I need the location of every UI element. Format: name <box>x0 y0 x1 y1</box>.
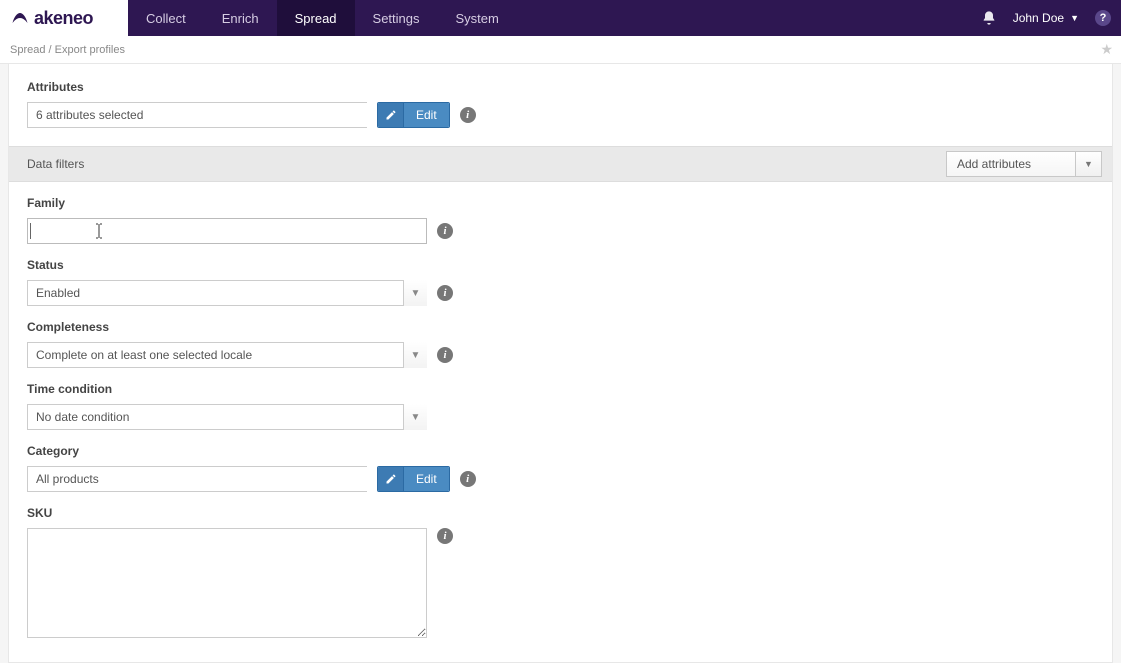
status-label: Status <box>27 258 1094 272</box>
nav-collect[interactable]: Collect <box>128 0 204 36</box>
nav-system[interactable]: System <box>438 0 517 36</box>
breadcrumb: Spread / Export profiles ★ <box>0 36 1121 64</box>
category-value: All products <box>27 466 367 492</box>
time-condition-select[interactable]: No date condition ▼ <box>27 404 427 430</box>
info-icon[interactable]: i <box>460 107 476 123</box>
data-filters-title: Data filters <box>27 157 84 171</box>
user-menu[interactable]: John Doe ▼ <box>1013 11 1079 25</box>
breadcrumb-page: Export profiles <box>55 44 125 56</box>
notifications-icon[interactable] <box>981 10 997 26</box>
completeness-value: Complete on at least one selected locale <box>36 348 252 362</box>
info-icon[interactable]: i <box>437 285 453 301</box>
chevron-down-icon: ▼ <box>403 280 427 306</box>
time-condition-label: Time condition <box>27 382 1094 396</box>
nav-settings[interactable]: Settings <box>355 0 438 36</box>
info-icon[interactable]: i <box>437 528 453 544</box>
info-icon[interactable]: i <box>437 223 453 239</box>
favorite-star-icon[interactable]: ★ <box>1100 41 1113 58</box>
nav-spread[interactable]: Spread <box>277 0 355 36</box>
nav-enrich[interactable]: Enrich <box>204 0 277 36</box>
text-cursor-icon <box>94 223 104 239</box>
info-icon[interactable]: i <box>460 471 476 487</box>
attributes-edit-button[interactable]: Edit <box>377 102 450 128</box>
chevron-down-icon: ▼ <box>1070 13 1079 23</box>
sku-textarea[interactable] <box>27 528 427 638</box>
add-attributes-dropdown[interactable]: ▼ <box>1076 151 1102 177</box>
chevron-down-icon: ▼ <box>403 404 427 430</box>
status-value: Enabled <box>36 286 80 300</box>
completeness-select[interactable]: Complete on at least one selected locale… <box>27 342 427 368</box>
info-icon[interactable]: i <box>437 347 453 363</box>
brand-name: akeneo <box>34 8 93 29</box>
main-nav: Collect Enrich Spread Settings System <box>128 0 517 36</box>
akeneo-logo-icon <box>10 8 30 28</box>
edit-label: Edit <box>404 103 449 127</box>
sku-label: SKU <box>27 506 1094 520</box>
chevron-down-icon: ▼ <box>1084 159 1093 169</box>
family-label: Family <box>27 196 1094 210</box>
completeness-label: Completeness <box>27 320 1094 334</box>
user-name: John Doe <box>1013 11 1064 25</box>
attributes-label: Attributes <box>27 80 1094 94</box>
brand-logo[interactable]: akeneo <box>0 0 128 36</box>
pencil-icon <box>378 467 404 491</box>
time-condition-value: No date condition <box>36 410 129 424</box>
add-attributes-button[interactable]: Add attributes <box>946 151 1076 177</box>
data-filters-bar: Data filters Add attributes ▼ <box>9 146 1112 182</box>
pencil-icon <box>378 103 404 127</box>
category-label: Category <box>27 444 1094 458</box>
family-input[interactable] <box>27 218 427 244</box>
chevron-down-icon: ▼ <box>403 342 427 368</box>
edit-label: Edit <box>404 467 449 491</box>
category-edit-button[interactable]: Edit <box>377 466 450 492</box>
attributes-selected: 6 attributes selected <box>27 102 367 128</box>
breadcrumb-root[interactable]: Spread <box>10 44 45 56</box>
help-icon[interactable]: ? <box>1095 10 1111 26</box>
status-select[interactable]: Enabled ▼ <box>27 280 427 306</box>
